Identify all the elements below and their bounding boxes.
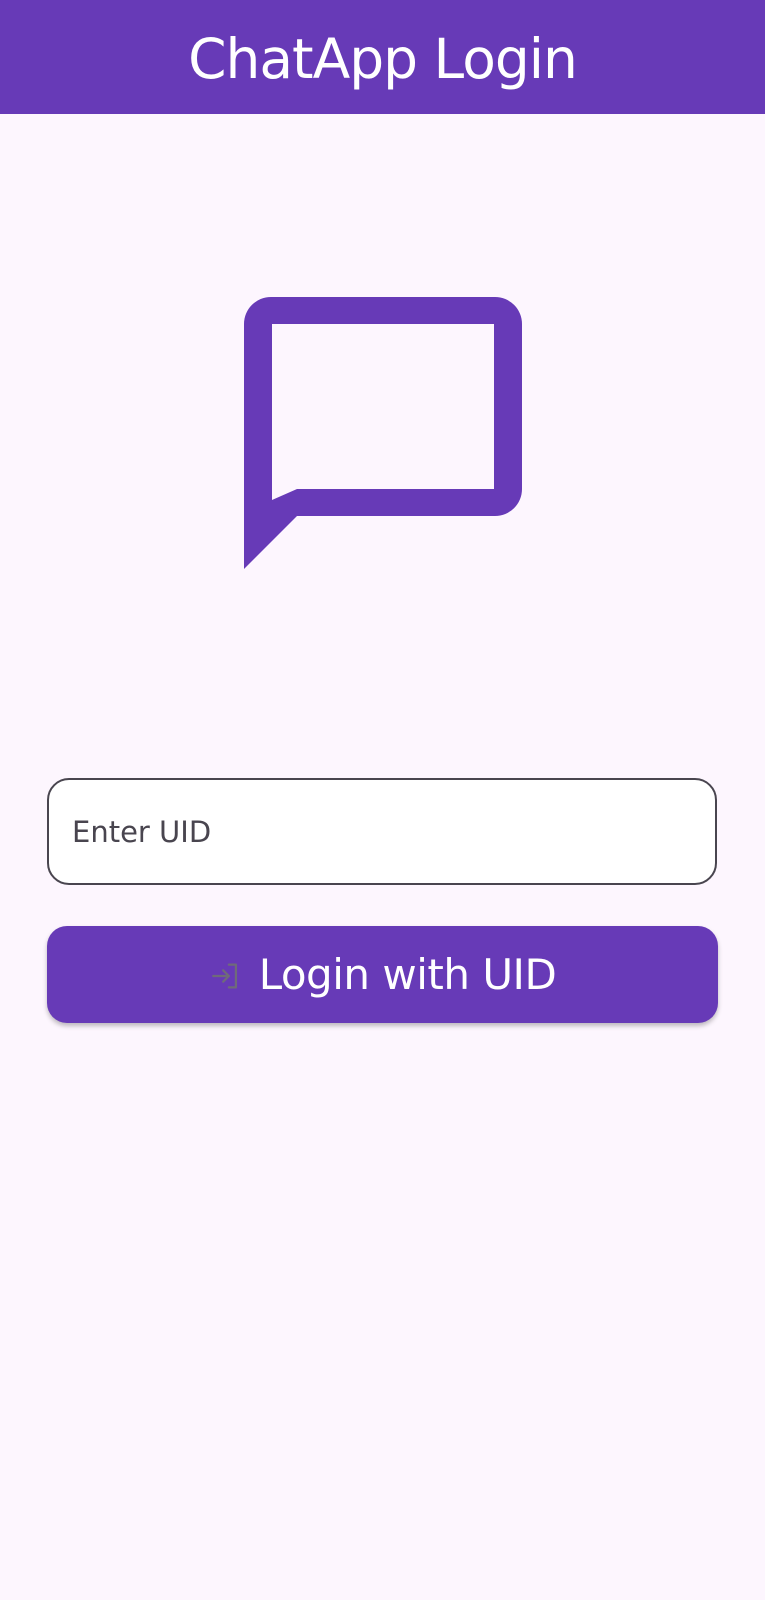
page-title: ChatApp Login	[188, 27, 578, 91]
uid-field[interactable]	[47, 778, 717, 885]
login-with-uid-button[interactable]: Login with UID	[47, 926, 718, 1023]
login-button-label: Login with UID	[258, 950, 557, 999]
chat-bubble-outline-icon	[244, 297, 522, 569]
app-bar: ChatApp Login	[0, 0, 765, 114]
login-icon	[209, 959, 243, 993]
chat-bubble-logo	[244, 297, 522, 575]
uid-input[interactable]	[72, 814, 715, 849]
